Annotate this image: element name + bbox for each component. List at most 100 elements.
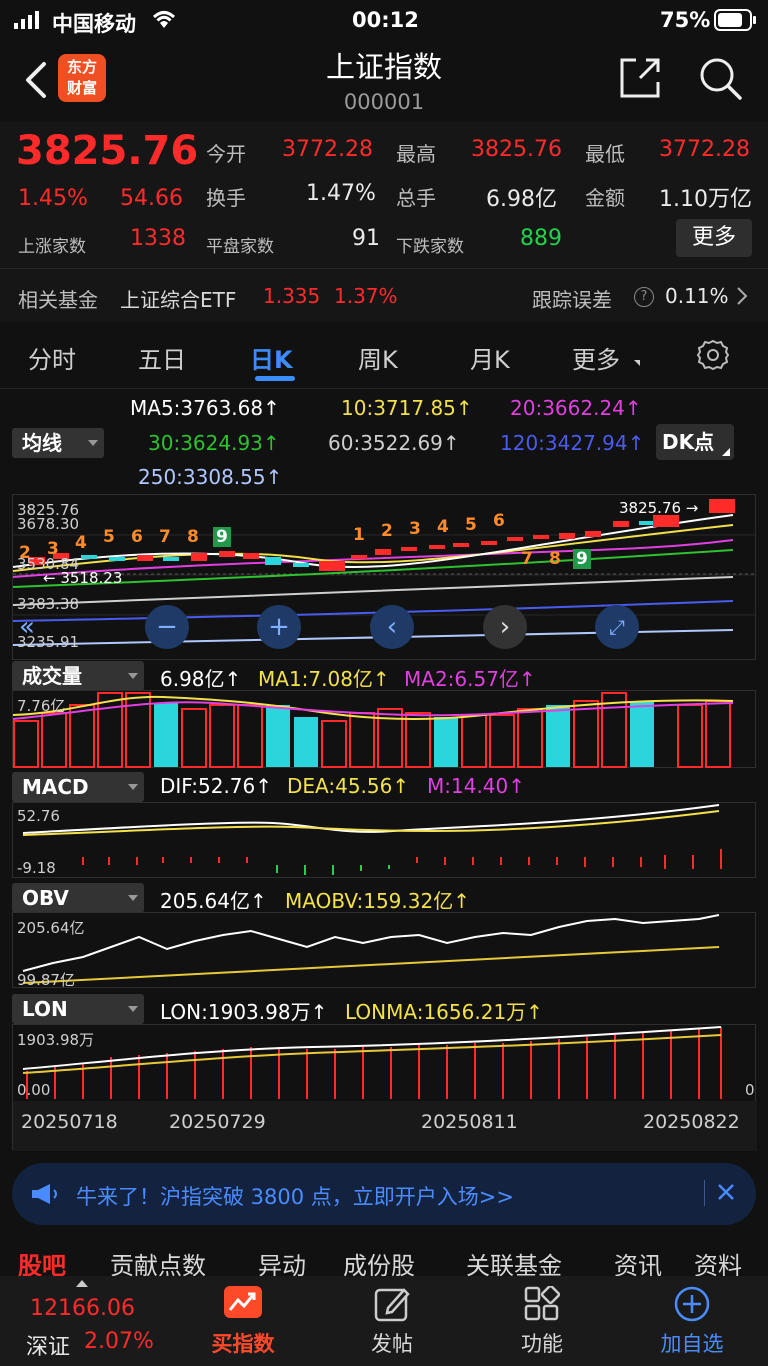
volume-value: 6.98亿↑ [160,667,242,691]
ma-dropdown[interactable]: 均线 [12,428,104,458]
obv-svg [22,914,720,984]
sub-tab-contribution[interactable]: 贡献点数 [110,1246,206,1276]
obv-dropdown[interactable]: OBV [12,883,144,913]
scroll-right-icon[interactable]: › [483,605,527,649]
kline-chart[interactable]: 3825.76 3678.30 3530.84 3383.38 3235.91 … [12,494,757,660]
scroll-left-fast-icon[interactable]: « [5,605,49,649]
active-tab-indicator [255,376,295,381]
add-watchlist-button[interactable]: 加自选 [642,1328,742,1358]
tab-five-day[interactable]: 五日 [138,340,186,375]
scroll-left-icon[interactable]: ‹ [370,605,414,649]
divider [0,388,768,389]
related-fund-name[interactable]: 上证综合ETF [120,284,236,313]
promo-text[interactable]: 牛来了！沪指突破 3800 点，立即开户入场>> [76,1181,514,1211]
macd-dif: DIF:52.76↑ [160,774,273,798]
ma10-label: 10:3717.85↑ [341,396,473,420]
related-fund-label: 相关基金 [18,288,98,312]
td-seq-label: 8 [187,527,199,547]
sub-tab-related-funds[interactable]: 关联基金 [466,1246,562,1276]
shenzhen-index-percent[interactable]: 2.07% [84,1329,154,1354]
triangle-icon [634,360,640,366]
signal-icon [14,10,44,34]
macd-y-top: 52.76 [17,807,60,825]
dk-points-button[interactable]: DK点 [656,424,734,460]
battery-label: 75% [660,8,711,32]
macd-svg [22,804,722,875]
ma60-label: 60:3522.69↑ [328,431,460,455]
related-fund-percent: 1.37% [334,284,398,308]
td-seq-label: 8 [549,549,561,569]
ma30-label: 30:3624.93↑ [148,431,280,455]
td-seq-label: 7 [159,527,171,547]
post-button[interactable]: 发帖 [342,1328,442,1358]
settings-icon[interactable] [696,338,730,376]
fullscreen-icon[interactable]: ⤢ [595,605,639,649]
maobv-value: MAOBV:159.32亿↑ [285,889,470,913]
sub-tab-profile[interactable]: 资料 [694,1246,742,1276]
trend-icon[interactable] [222,1284,264,1328]
carrier-label: 中国移动 [52,12,136,36]
volume-indicator-dropdown[interactable]: 成交量 [12,661,144,691]
low-marker: ← 3518.23 [43,569,123,587]
down-count: 889 [520,226,562,251]
lon-dropdown[interactable]: LON [12,994,144,1024]
low-value: 3772.28 [659,137,750,162]
sub-tab-constituents[interactable]: 成份股 [343,1246,415,1276]
chevron-right-icon[interactable] [736,286,748,310]
td-seq-label: 4 [75,533,87,553]
macd-dropdown[interactable]: MACD [12,772,144,802]
high-label: 最高 [396,142,436,166]
ma20-label: 20:3662.24↑ [510,396,642,420]
shenzhen-index-value[interactable]: 12166.06 [30,1296,135,1321]
functions-button[interactable]: 功能 [492,1328,592,1358]
close-icon[interactable] [716,1182,736,1206]
lon-line [22,1026,722,1070]
lonma-line [22,1034,722,1074]
tab-more[interactable]: 更多 [572,340,620,375]
expand-up-icon[interactable] [76,1280,88,1287]
more-button[interactable]: 更多 [676,219,752,257]
sub-tab-movement[interactable]: 异动 [258,1246,306,1276]
plus-circle-icon[interactable] [674,1286,710,1326]
lonma-value: LONMA:1656.21万↑ [345,1000,543,1024]
zoom-out-icon[interactable]: − [145,605,189,649]
obv-chart[interactable]: 205.64亿 99.87亿 [12,912,756,989]
macd-chart[interactable]: 52.76 -9.18 [12,802,756,878]
shenzhen-index-label[interactable]: 深证 [26,1329,70,1361]
help-icon[interactable]: ? [634,287,654,307]
td-seq-label: 2 [381,521,393,541]
sub-tabs: 股吧 贡献点数 异动 成份股 关联基金 资讯 资料 [0,1236,768,1276]
status-bar: 中国移动 00:12 75% [0,0,768,40]
obv-line [22,914,720,972]
td-seq-label: 5 [103,527,115,547]
tab-month-k[interactable]: 月K [470,340,510,375]
ma250-label: 250:3308.55↑ [138,465,283,489]
volume-chart[interactable]: 7.76亿 [12,690,756,768]
tab-timeshare[interactable]: 分时 [28,340,76,375]
high-marker: 3825.76 → [619,499,699,517]
grid-icon[interactable] [524,1284,561,1326]
tab-day-k[interactable]: 日K [250,340,293,375]
lon-chart[interactable]: 1903.98万 0.00 0 20250718 20250729 202508… [12,1024,757,1151]
tab-week-k[interactable]: 周K [358,340,398,375]
ma5-label: MA5:3763.68↑ [130,396,280,420]
dif-line [22,804,720,834]
volume-svg [13,692,734,768]
down-count-label: 下跌家数 [396,237,464,257]
date-tick: 20250822 [643,1111,740,1133]
clock: 00:12 [352,8,419,32]
td-seq-label: 3 [47,539,59,559]
megaphone-icon [30,1182,60,1210]
sub-tab-guba[interactable]: 股吧 [18,1246,66,1276]
change-percent: 1.45% [18,186,88,211]
buy-index-button[interactable]: 买指数 [193,1328,293,1358]
zoom-in-icon[interactable]: + [257,605,301,649]
edit-icon[interactable] [374,1286,410,1326]
amount-value: 1.10万亿 [659,187,752,212]
sub-tab-news[interactable]: 资讯 [614,1246,662,1276]
search-icon[interactable] [698,56,742,104]
obv-value: 205.64亿↑ [160,889,267,913]
share-icon[interactable] [618,56,662,104]
td-seq-label: 2 [19,543,31,563]
up-count: 1338 [130,226,186,251]
